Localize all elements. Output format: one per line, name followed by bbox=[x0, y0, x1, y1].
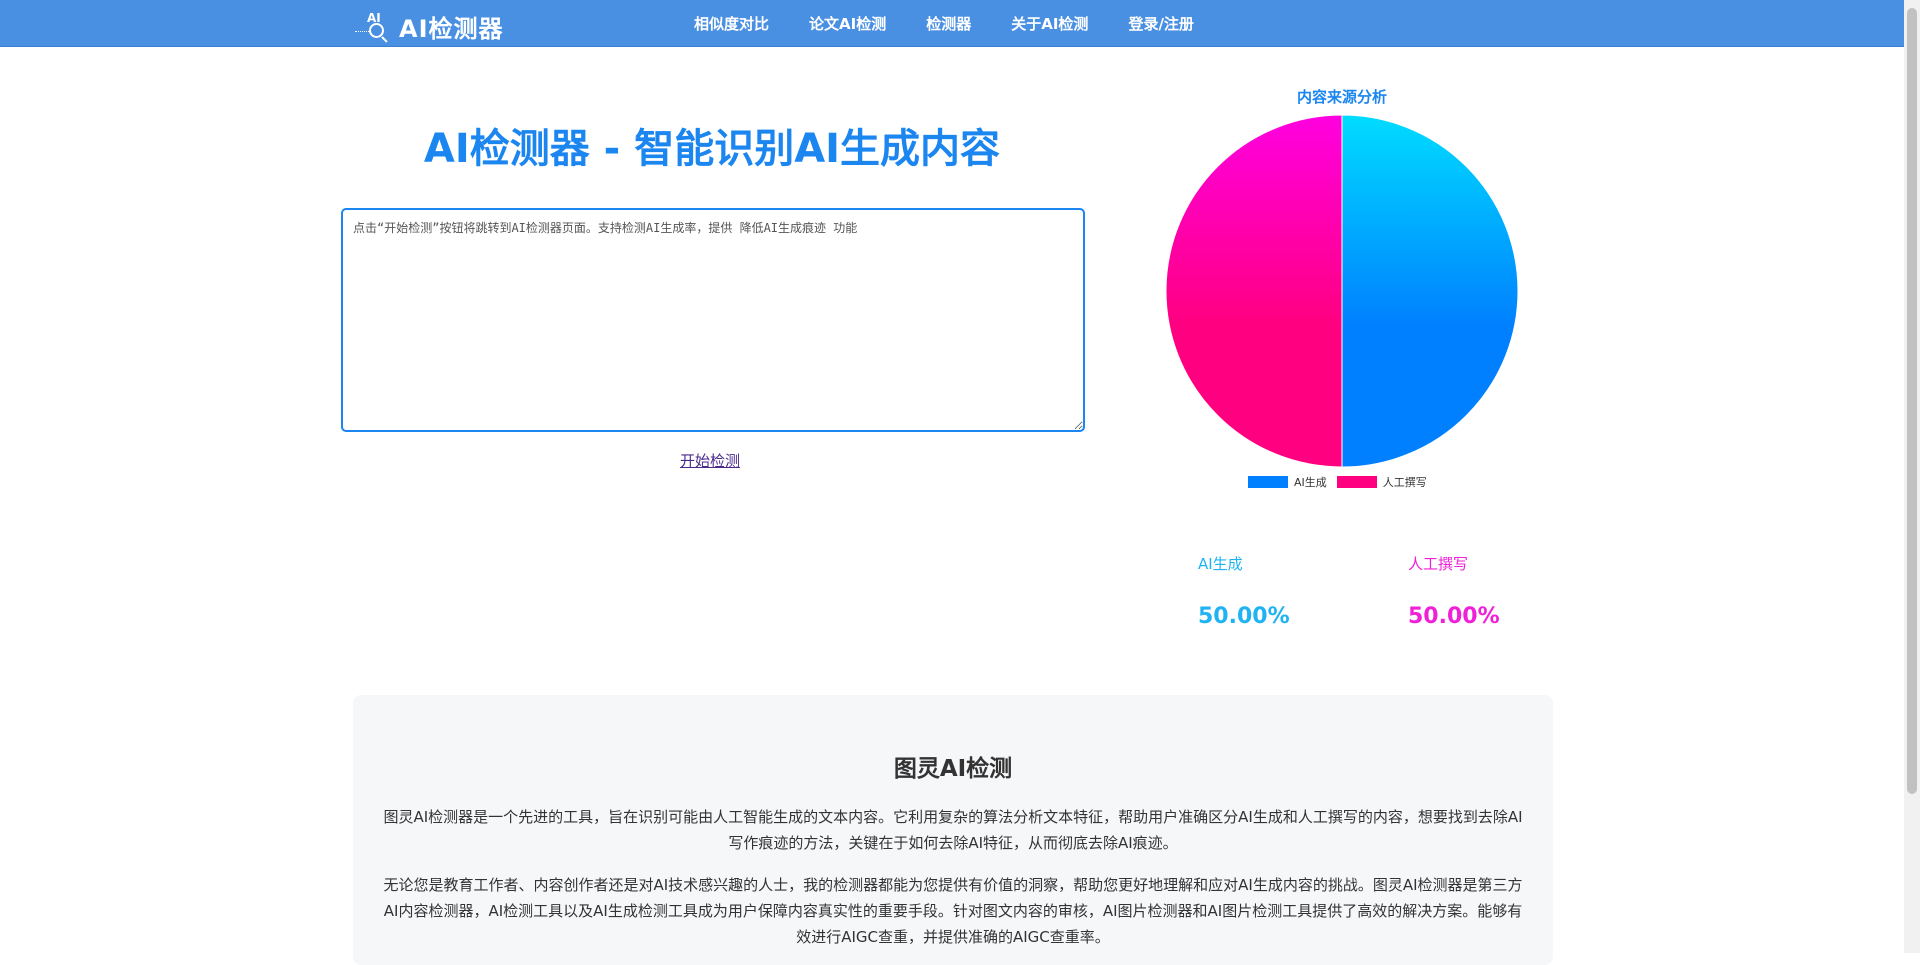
nav-item-login[interactable]: 登录/注册 bbox=[1128, 13, 1193, 34]
legend-swatch-ai bbox=[1248, 476, 1288, 488]
text-input[interactable] bbox=[341, 208, 1085, 432]
nav-item-about[interactable]: 关于AI检测 bbox=[1011, 13, 1088, 34]
legend-label-ai: AI生成 bbox=[1294, 476, 1327, 489]
about-title: 图灵AI检测 bbox=[893, 756, 1013, 782]
stat-value-human: 50.00% bbox=[1408, 604, 1500, 629]
top-nav: AI AI检测器 相似度对比 论文AI检测 检测器 关于AI检测 登录/注册 bbox=[0, 0, 1904, 47]
scrollbar-thumb[interactable] bbox=[1907, 8, 1917, 794]
pie-slice-human[interactable] bbox=[1166, 115, 1343, 467]
chart-legend: AI生成 人工撰写 bbox=[1248, 474, 1437, 490]
page-title: AI检测器 - 智能识别AI生成内容 bbox=[423, 126, 1001, 172]
logo-text: AI检测器 bbox=[399, 14, 504, 43]
nav-item-paper-detect[interactable]: 论文AI检测 bbox=[809, 13, 886, 34]
stat-label-human: 人工撰写 bbox=[1408, 555, 1469, 573]
stat-value-ai: 50.00% bbox=[1198, 604, 1290, 629]
nav-item-similarity[interactable]: 相似度对比 bbox=[694, 13, 769, 34]
nav-item-detector[interactable]: 检测器 bbox=[926, 13, 971, 34]
chart-title: 内容来源分析 bbox=[1296, 88, 1387, 106]
pie-slice-ai[interactable] bbox=[1341, 115, 1518, 467]
legend-item-human[interactable]: 人工撰写 bbox=[1336, 474, 1427, 490]
site-logo[interactable]: AI AI检测器 bbox=[355, 9, 504, 43]
nav-links: 相似度对比 论文AI检测 检测器 关于AI检测 登录/注册 bbox=[694, 0, 1234, 46]
legend-item-ai[interactable]: AI生成 bbox=[1248, 474, 1327, 490]
stat-label-ai: AI生成 bbox=[1198, 555, 1243, 573]
magnifier-logo-icon: AI bbox=[355, 9, 395, 43]
pie-chart bbox=[1166, 115, 1518, 467]
about-section: 图灵AI检测 图灵AI检测器是一个先进的工具，旨在识别可能由人工智能生成的文本内… bbox=[353, 695, 1553, 965]
legend-label-human: 人工撰写 bbox=[1382, 476, 1427, 489]
start-detect-link[interactable]: 开始检测 bbox=[680, 450, 740, 471]
about-paragraph-1: 图灵AI检测器是一个先进的工具，旨在识别可能由人工智能生成的文本内容。它利用复杂… bbox=[383, 808, 1523, 852]
legend-swatch-human bbox=[1336, 476, 1377, 488]
about-paragraph-2: 无论您是教育工作者、内容创作者还是对AI技术感兴趣的人士，我的检测器都能为您提供… bbox=[383, 876, 1523, 946]
